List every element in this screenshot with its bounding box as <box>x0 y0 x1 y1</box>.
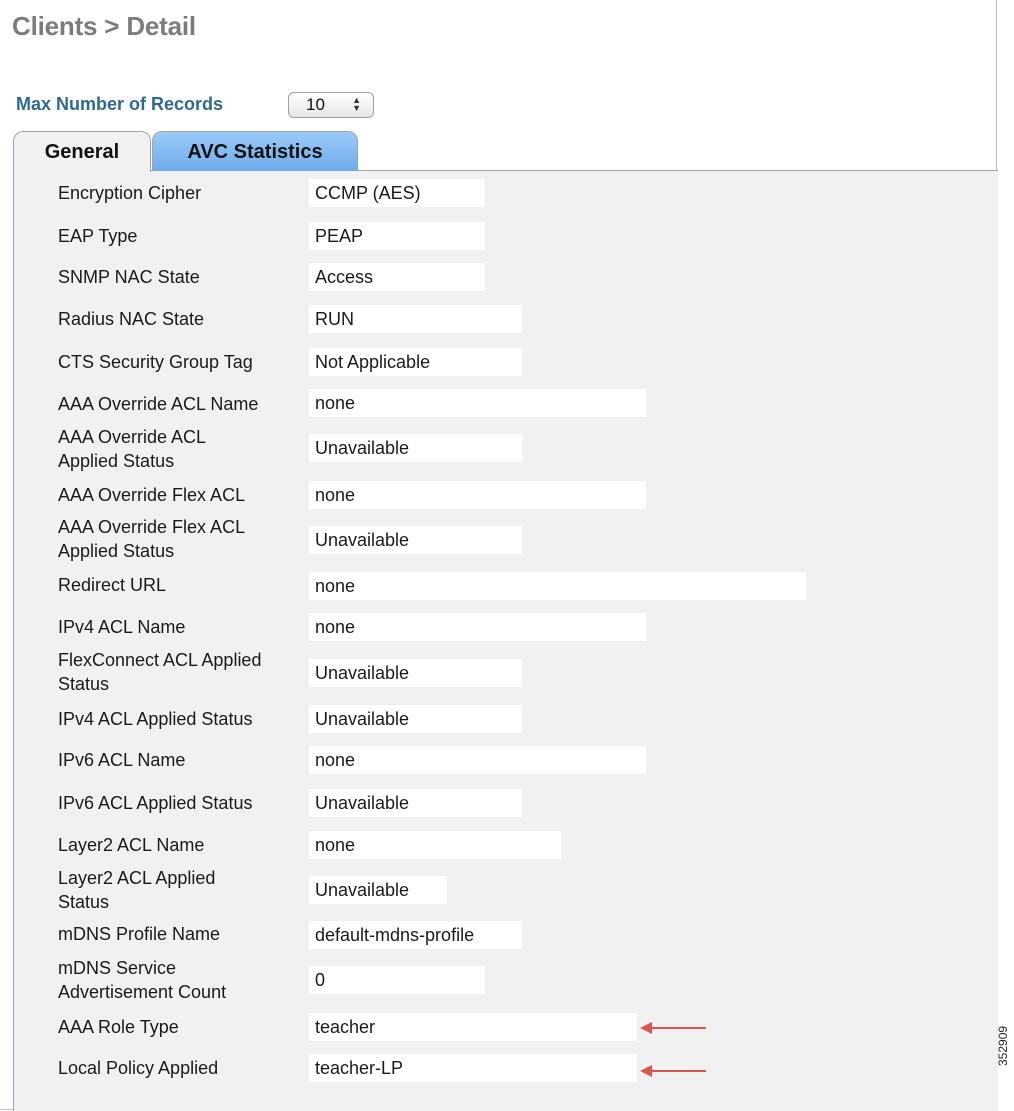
field-value: CCMP (AES) <box>309 179 485 207</box>
field-value: teacher <box>309 1013 637 1041</box>
field-value: Unavailable <box>309 659 522 687</box>
field-label: AAA Override ACL Applied Status <box>58 427 207 471</box>
field-label: FlexConnect ACL Applied Status <box>58 650 262 694</box>
max-records-select[interactable]: 10 ▲ ▼ <box>288 92 374 118</box>
field-label: IPv6 ACL Applied Status <box>58 793 253 813</box>
max-records-value: 10 <box>306 95 325 114</box>
field-value: RUN <box>309 305 522 333</box>
field-label: IPv4 ACL Name <box>58 617 186 637</box>
field-value: teacher-LP <box>309 1054 637 1082</box>
field-label: AAA Role Type <box>58 1017 179 1037</box>
field-value: 0 <box>309 966 485 994</box>
field-label: AAA Override ACL Name <box>58 394 259 414</box>
max-records-label: Max Number of Records <box>16 94 224 114</box>
field-label: Radius NAC State <box>58 309 205 329</box>
arrow-left-icon <box>640 1065 706 1077</box>
field-value: none <box>309 481 646 509</box>
field-label: Layer2 ACL Applied Status <box>58 868 216 912</box>
field-value: none <box>309 613 646 641</box>
field-value: Unavailable <box>309 789 522 817</box>
field-value: Access <box>309 263 485 291</box>
field-value: Unavailable <box>309 434 522 462</box>
field-label: CTS Security Group Tag <box>58 352 253 372</box>
field-label: IPv4 ACL Applied Status <box>58 709 253 729</box>
page-title: Clients > Detail <box>12 11 196 41</box>
field-value: none <box>309 831 561 859</box>
field-label: AAA Override Flex ACL Applied Status <box>58 517 246 561</box>
arrow-left-icon <box>640 1022 706 1034</box>
field-label: EAP Type <box>58 226 138 246</box>
field-value: Unavailable <box>309 526 522 554</box>
stepper-arrows-icon: ▲ ▼ <box>352 95 361 113</box>
field-value: none <box>309 389 646 417</box>
figure-id: 352909 <box>996 1025 1010 1066</box>
field-label: Layer2 ACL Name <box>58 835 205 855</box>
field-label: IPv6 ACL Name <box>58 750 186 770</box>
field-label: mDNS Profile Name <box>58 924 221 944</box>
field-value: Not Applicable <box>309 348 522 376</box>
field-label: mDNS Service Advertisement Count <box>58 958 227 1002</box>
field-value: PEAP <box>309 222 485 250</box>
field-value: Unavailable <box>309 705 522 733</box>
field-label: Encryption Cipher <box>58 183 202 203</box>
tab-general[interactable]: General <box>13 131 151 172</box>
field-value: none <box>309 746 646 774</box>
field-label: AAA Override Flex ACL <box>58 485 246 505</box>
field-label: SNMP NAC State <box>58 267 200 287</box>
field-value: Unavailable <box>309 876 447 904</box>
field-value: default-mdns-profile <box>309 921 522 949</box>
field-value: none <box>309 572 806 600</box>
field-label: Redirect URL <box>58 575 167 595</box>
tab-avc-statistics[interactable]: AVC Statistics <box>152 131 358 171</box>
field-label: Local Policy Applied <box>58 1058 219 1078</box>
